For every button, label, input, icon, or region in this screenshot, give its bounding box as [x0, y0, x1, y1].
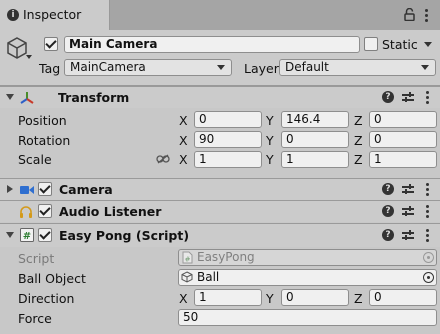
link-scale-icon[interactable]: [156, 154, 170, 164]
tag-value: MainCamera: [70, 60, 146, 74]
axis-y: Y: [266, 152, 274, 167]
axis-x: X: [179, 133, 188, 148]
script-header[interactable]: # Easy Pong (Script) ?: [0, 223, 440, 247]
axis-z: Z: [354, 133, 363, 148]
scale-z-field[interactable]: 1: [369, 151, 437, 168]
script-title: Easy Pong (Script): [59, 228, 190, 243]
icon-dropdown-caret[interactable]: [26, 55, 32, 59]
scale-y-field[interactable]: 1: [281, 151, 349, 168]
axis-x: X: [179, 152, 188, 167]
script-field: EasyPong: [178, 249, 437, 266]
presets-icon[interactable]: [402, 206, 414, 217]
object-name-field[interactable]: Main Camera: [64, 36, 360, 53]
tab-inspector[interactable]: i Inspector: [0, 0, 110, 30]
force-field[interactable]: 50: [178, 309, 437, 326]
script-label: Script: [18, 251, 55, 266]
presets-icon[interactable]: [402, 92, 414, 103]
audio-listener-title: Audio Listener: [59, 204, 162, 219]
static-label: Static: [382, 37, 418, 52]
prefab-cube-icon: [181, 271, 193, 283]
position-label: Position: [18, 113, 67, 128]
position-x-field[interactable]: 0: [194, 111, 262, 128]
component-menu-icon[interactable]: [426, 229, 429, 244]
csharp-script-icon: #: [20, 228, 34, 242]
tab-label: Inspector: [23, 7, 82, 22]
static-checkbox[interactable]: [364, 37, 378, 51]
axis-y: Y: [266, 113, 274, 128]
tag-label: Tag: [39, 61, 61, 76]
foldout-closed-icon[interactable]: [7, 185, 13, 193]
script-file-icon: #: [182, 251, 193, 264]
axis-z: Z: [354, 113, 363, 128]
foldout-open-icon[interactable]: [6, 232, 14, 238]
layer-label: Layer: [244, 61, 279, 76]
object-picker-icon: [423, 252, 434, 263]
ball-object-label: Ball Object: [18, 271, 86, 286]
help-icon[interactable]: ?: [382, 229, 394, 241]
tag-dropdown[interactable]: MainCamera: [64, 59, 232, 76]
lock-icon[interactable]: [404, 8, 415, 21]
audio-listener-header[interactable]: Audio Listener ?: [0, 200, 440, 222]
camera-header[interactable]: Camera ?: [0, 178, 440, 200]
svg-text:#: #: [23, 231, 31, 242]
transform-icon: [19, 91, 35, 105]
help-icon[interactable]: ?: [382, 183, 394, 195]
axis-x: X: [179, 291, 188, 306]
ball-object-field[interactable]: Ball: [178, 269, 437, 286]
tab-menu-icon[interactable]: [425, 9, 428, 24]
active-checkbox[interactable]: [44, 37, 58, 51]
direction-x-field[interactable]: 1: [194, 289, 262, 306]
camera-enabled-checkbox[interactable]: [38, 182, 52, 196]
foldout-open-icon[interactable]: [6, 94, 14, 100]
direction-y-field[interactable]: 0: [281, 289, 349, 306]
object-picker-icon[interactable]: [423, 272, 434, 283]
presets-icon[interactable]: [402, 184, 414, 195]
rotation-z-field[interactable]: 0: [369, 131, 437, 148]
axis-y: Y: [266, 291, 274, 306]
rotation-x-field[interactable]: 90: [194, 131, 262, 148]
scale-x-field[interactable]: 1: [194, 151, 262, 168]
audio-listener-enabled-checkbox[interactable]: [38, 204, 52, 218]
direction-label: Direction: [18, 291, 75, 306]
axis-z: Z: [354, 152, 363, 167]
position-y-field[interactable]: 146.4: [281, 111, 349, 128]
info-icon: i: [7, 9, 19, 21]
svg-text:#: #: [185, 256, 191, 264]
help-icon[interactable]: ?: [382, 205, 394, 217]
script-value: EasyPong: [197, 250, 255, 264]
ball-object-value: Ball: [197, 270, 220, 284]
rotation-y-field[interactable]: 0: [281, 131, 349, 148]
camera-title: Camera: [59, 182, 113, 197]
help-icon[interactable]: ?: [382, 91, 394, 103]
transform-header[interactable]: Transform ?: [0, 86, 440, 108]
scale-label: Scale: [18, 152, 52, 167]
component-menu-icon[interactable]: [426, 91, 429, 106]
rotation-label: Rotation: [18, 133, 71, 148]
script-enabled-checkbox[interactable]: [38, 228, 52, 242]
layer-dropdown[interactable]: Default: [279, 59, 436, 76]
axis-z: Z: [354, 291, 363, 306]
axis-y: Y: [266, 133, 274, 148]
transform-title: Transform: [58, 90, 130, 105]
camera-icon: [20, 185, 35, 195]
component-menu-icon[interactable]: [426, 205, 429, 220]
direction-z-field[interactable]: 0: [369, 289, 437, 306]
force-label: Force: [18, 311, 52, 326]
component-menu-icon[interactable]: [426, 183, 429, 198]
headphones-icon: [19, 205, 33, 218]
layer-value: Default: [285, 60, 329, 74]
presets-icon[interactable]: [402, 230, 414, 241]
position-z-field[interactable]: 0: [369, 111, 437, 128]
axis-x: X: [179, 113, 188, 128]
static-dropdown-caret[interactable]: [424, 42, 432, 47]
